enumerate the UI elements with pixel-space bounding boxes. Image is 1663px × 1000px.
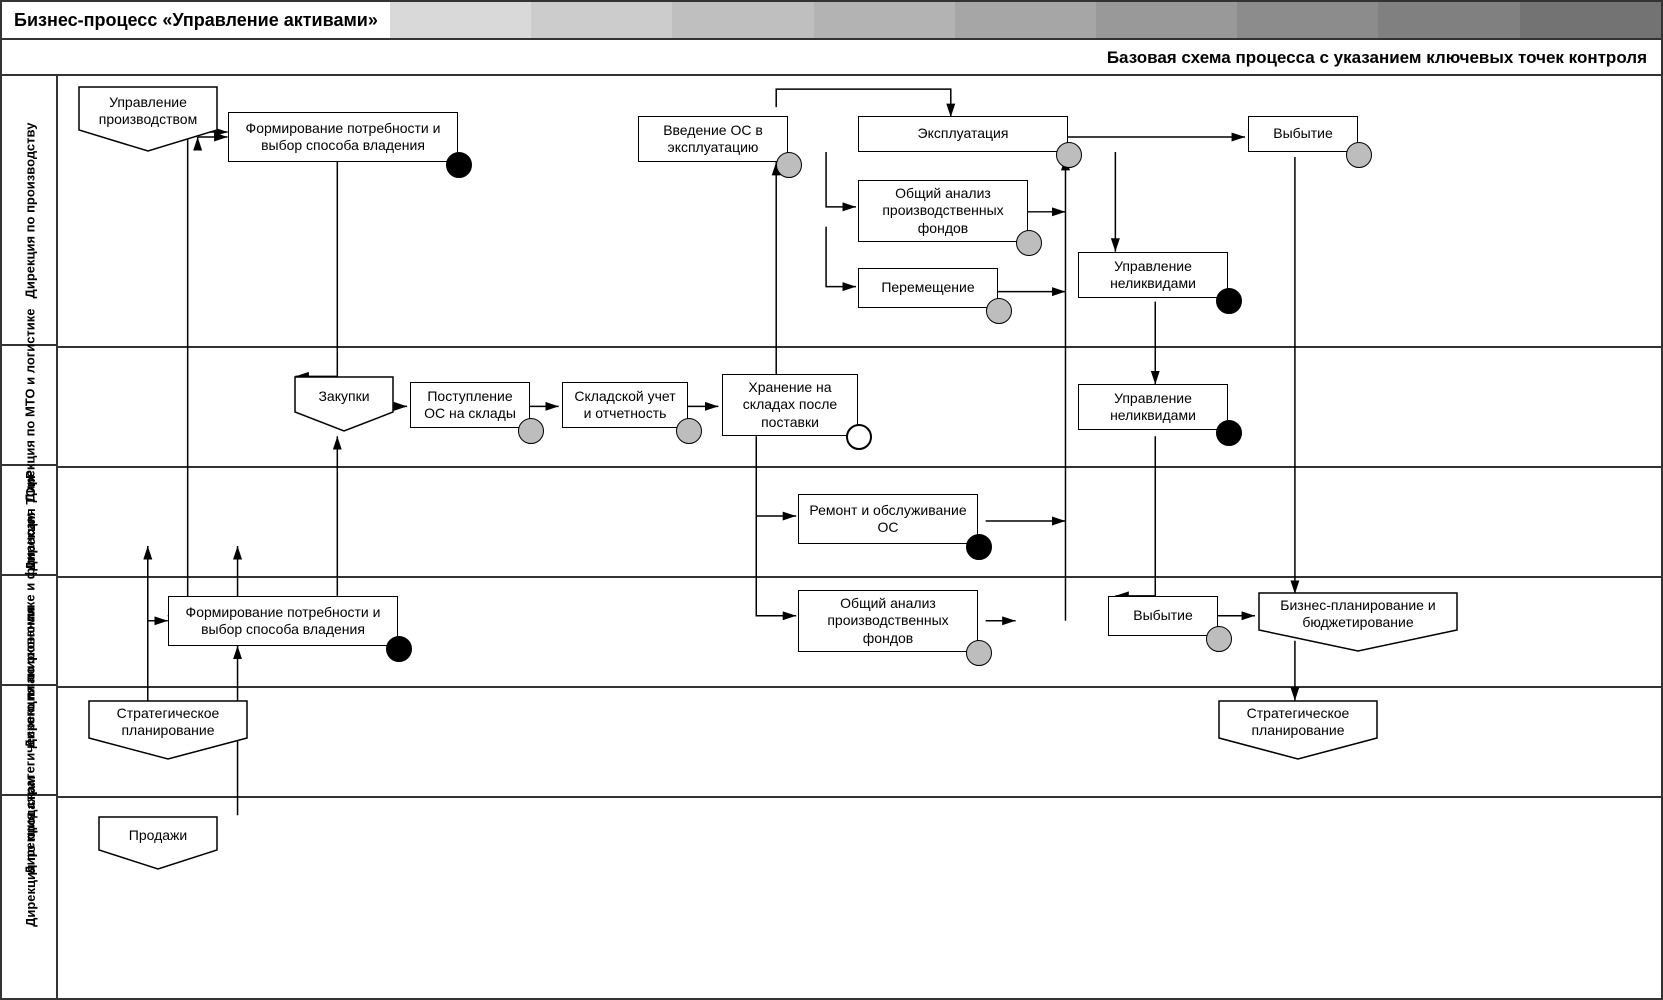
node-exploitation: Эксплуатация [858,116,1068,152]
lane-label-sales: Дирекция по продажам [2,796,58,906]
lane-labels-column: Дирекция по производству Дирекция по МТО… [2,76,58,1000]
control-point-black [1216,420,1242,446]
swimlane-body: Дирекция по производству Дирекция по МТО… [2,76,1661,1000]
control-point-black [966,534,992,560]
node-form-need-1: Формирование потребности и выбор способа… [228,112,458,162]
control-point-black [386,636,412,662]
control-point-gray [676,418,702,444]
control-point-gray [776,152,802,178]
control-point-gray [1016,230,1042,256]
control-point-gray [1056,142,1082,168]
node-wh-account: Складской учет и отчетность [562,382,688,428]
control-point-black [1216,288,1242,314]
node-illiquid-1: Управление неликвидами [1078,252,1228,298]
node-form-need-2: Формирование потребности и выбор способа… [168,596,398,646]
node-receipt-os: Поступление ОС на склады [410,382,530,428]
control-point-gray [1206,626,1232,652]
control-point-black [446,152,472,178]
control-point-gray [1346,142,1372,168]
control-point-gray [966,640,992,666]
diagram-canvas: Управление производством Закупки Стратег… [58,76,1661,1000]
title-gradient [390,2,1661,38]
node-disposal-1: Выбытие [1248,116,1358,152]
lane-label-mto: Дирекция по МТО и логистике [2,346,58,466]
node-repair: Ремонт и обслуживание ОС [798,494,978,544]
node-gen-analysis-2: Общий анализ производственных фондов [798,590,978,652]
subtitle: Базовая схема процесса с указанием ключе… [2,40,1661,76]
node-gen-analysis-1: Общий анализ производственных фондов [858,180,1028,242]
page-title: Бизнес-процесс «Управление активами» [2,2,390,38]
node-wh-storage: Хранение на складах после поставки [722,374,858,436]
control-point-gray [986,298,1012,324]
control-point-gray [518,418,544,444]
diagram-container: Бизнес-процесс «Управление активами» Баз… [0,0,1663,1000]
node-illiquid-2: Управление неликвидами [1078,384,1228,430]
node-disposal-2: Выбытие [1108,596,1218,636]
node-intro-os: Введение ОС в эксплуатацию [638,116,788,162]
title-bar: Бизнес-процесс «Управление активами» [2,2,1661,40]
control-point-white [846,424,872,450]
node-movement: Перемещение [858,268,998,308]
lane-label-production: Дирекция по производству [2,76,58,346]
